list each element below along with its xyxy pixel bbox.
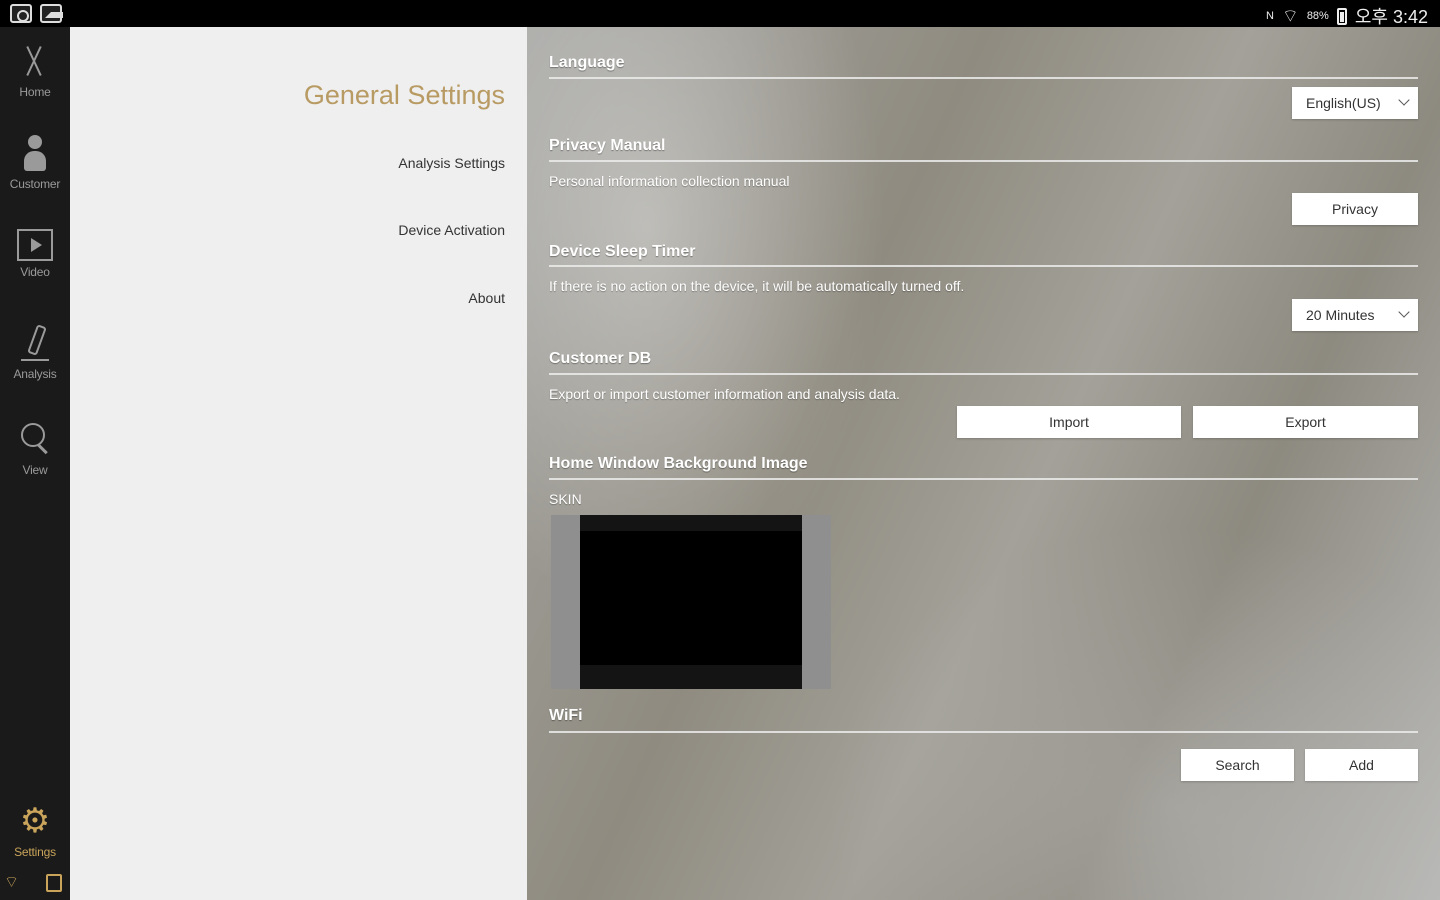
gear-icon: ⚙ bbox=[19, 802, 51, 840]
settings-menu: General Settings Analysis Settings Devic… bbox=[70, 27, 527, 900]
background-image-title: Home Window Background Image bbox=[549, 455, 808, 472]
magnifier-icon bbox=[15, 419, 55, 459]
language-select[interactable]: English(US) bbox=[1292, 87, 1418, 119]
menu-general-settings[interactable]: General Settings bbox=[304, 80, 505, 111]
wifi-search-button[interactable]: Search bbox=[1181, 749, 1294, 781]
camera-notification-icon bbox=[10, 4, 32, 23]
clipboard-icon[interactable] bbox=[46, 874, 62, 892]
nav-video-label: Video bbox=[20, 265, 50, 279]
nav-settings-label: Settings bbox=[14, 845, 56, 859]
language-select-value: English(US) bbox=[1306, 95, 1381, 111]
chevron-down-icon bbox=[1398, 306, 1410, 318]
language-title: Language bbox=[549, 54, 625, 71]
nav-footer: ⌔ bbox=[0, 872, 70, 894]
skin-preview-top-bar bbox=[580, 515, 802, 531]
clock: 오후 3:42 bbox=[1354, 7, 1428, 27]
chevron-down-icon bbox=[1398, 94, 1410, 106]
image-notification-icon bbox=[40, 4, 63, 23]
import-button[interactable]: Import bbox=[957, 406, 1181, 438]
battery-icon bbox=[1336, 7, 1347, 25]
divider bbox=[549, 265, 1418, 267]
privacy-desc: Personal information collection manual bbox=[549, 173, 790, 189]
settings-content: Language English(US) Privacy Manual Pers… bbox=[527, 27, 1440, 900]
wifi-add-button[interactable]: Add bbox=[1305, 749, 1418, 781]
nav-home[interactable]: Home bbox=[0, 41, 70, 99]
nav-customer[interactable]: Customer bbox=[0, 133, 70, 191]
customer-db-desc: Export or import customer information an… bbox=[549, 386, 900, 402]
nav-analysis-label: Analysis bbox=[13, 367, 57, 381]
privacy-title: Privacy Manual bbox=[549, 137, 666, 154]
status-indicators: N ⌔ 88% 오후 3:42 bbox=[1266, 3, 1428, 29]
nav-customer-label: Customer bbox=[9, 177, 61, 191]
scissors-icon bbox=[15, 41, 55, 81]
skin-preview bbox=[580, 515, 802, 689]
divider bbox=[549, 77, 1418, 79]
microscope-icon bbox=[15, 323, 55, 363]
nav-analysis[interactable]: Analysis bbox=[0, 323, 70, 381]
video-icon bbox=[17, 229, 53, 261]
sleep-timer-select[interactable]: 20 Minutes bbox=[1292, 299, 1418, 331]
sleep-timer-title: Device Sleep Timer bbox=[549, 243, 696, 260]
skin-preview-bottom-bar bbox=[580, 665, 802, 689]
wifi-status-icon: ⌔ bbox=[4, 874, 20, 891]
side-nav: Home Customer Video Analysis View ⚙ Sett… bbox=[0, 27, 70, 900]
divider bbox=[549, 160, 1418, 162]
menu-analysis-settings[interactable]: Analysis Settings bbox=[398, 155, 505, 171]
status-bar: N ⌔ 88% 오후 3:42 bbox=[0, 0, 1440, 27]
nav-view[interactable]: View bbox=[0, 419, 70, 477]
customer-db-title: Customer DB bbox=[549, 350, 652, 367]
nav-view-label: View bbox=[22, 463, 48, 477]
wifi-signal-icon: ⌔ bbox=[1281, 5, 1299, 26]
person-icon bbox=[15, 133, 55, 173]
privacy-button[interactable]: Privacy bbox=[1292, 193, 1418, 225]
sleep-timer-select-value: 20 Minutes bbox=[1306, 307, 1375, 323]
skin-label: SKIN bbox=[549, 491, 582, 507]
nav-settings[interactable]: ⚙ Settings bbox=[0, 801, 70, 859]
nav-home-label: Home bbox=[19, 85, 51, 99]
wifi-title: WiFi bbox=[549, 707, 583, 724]
background-image-thumbnail[interactable] bbox=[551, 515, 831, 689]
menu-device-activation[interactable]: Device Activation bbox=[398, 222, 505, 238]
menu-about[interactable]: About bbox=[468, 290, 505, 306]
divider bbox=[549, 373, 1418, 375]
export-button[interactable]: Export bbox=[1193, 406, 1418, 438]
divider bbox=[549, 731, 1418, 733]
sleep-timer-desc: If there is no action on the device, it … bbox=[549, 278, 965, 294]
divider bbox=[549, 478, 1418, 480]
nav-video[interactable]: Video bbox=[0, 225, 70, 279]
battery-percent: 88% bbox=[1306, 10, 1329, 22]
notification-icons bbox=[10, 4, 63, 23]
nfc-icon: N bbox=[1265, 10, 1274, 22]
